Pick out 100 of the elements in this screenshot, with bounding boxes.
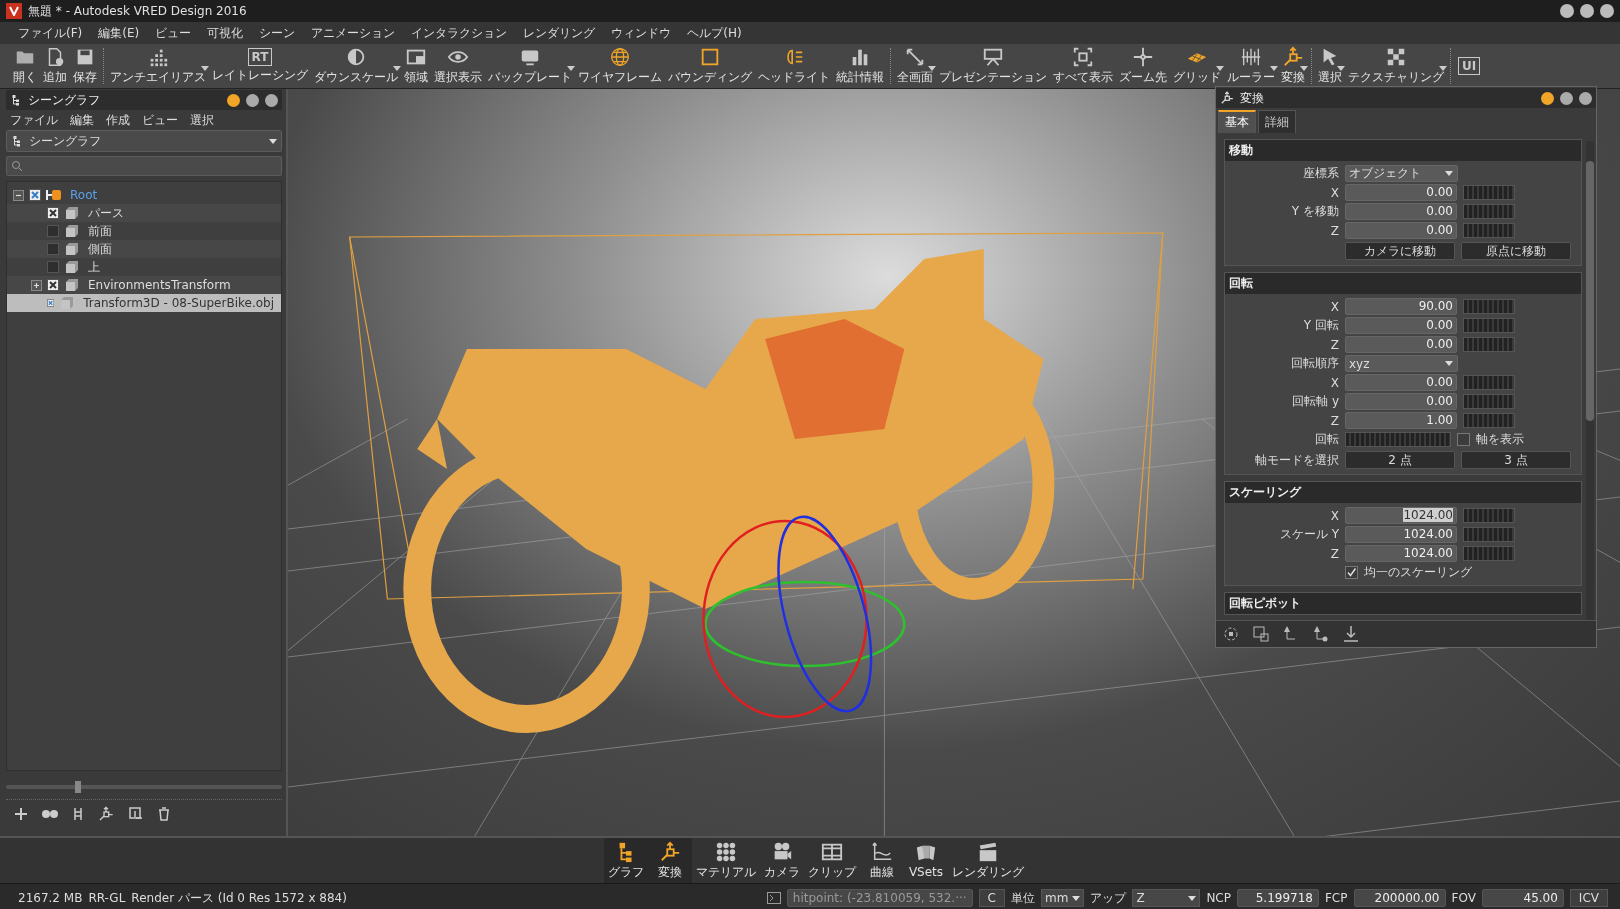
menu-item[interactable]: シーン: [253, 22, 302, 44]
toolbar-button[interactable]: ダウンスケール: [311, 44, 401, 88]
unit-dropdown[interactable]: mm: [1041, 889, 1085, 907]
maximize-button[interactable]: [1580, 4, 1594, 18]
tree-row[interactable]: 側面: [7, 240, 281, 258]
toolbar-button[interactable]: 領域: [401, 44, 431, 88]
menu-item[interactable]: アニメーション: [305, 22, 402, 44]
visibility-checkbox[interactable]: [47, 243, 59, 255]
dock-button[interactable]: VSets: [904, 838, 948, 883]
section-header[interactable]: スケーリング: [1225, 482, 1581, 503]
toolbar-button[interactable]: 追加: [40, 44, 70, 88]
close-button[interactable]: [1579, 91, 1592, 105]
trash-icon[interactable]: [158, 807, 170, 821]
toolbar-button[interactable]: 開く: [10, 44, 40, 88]
toolbar-button[interactable]: バックプレート: [485, 44, 575, 88]
close-button[interactable]: [265, 93, 278, 107]
number-field[interactable]: 0.00: [1345, 374, 1457, 391]
dock-button[interactable]: グラフ: [604, 838, 648, 883]
menu-item[interactable]: ファイル(F): [12, 22, 89, 44]
menu-item[interactable]: 選択: [186, 111, 218, 129]
visibility-checkbox[interactable]: [29, 189, 41, 201]
visibility-checkbox[interactable]: [47, 207, 59, 219]
toolbar-button[interactable]: 全画面: [894, 44, 936, 88]
toolbar-button[interactable]: アンチエイリアス: [107, 44, 209, 88]
menu-item[interactable]: 可視化: [201, 22, 250, 44]
close-button[interactable]: [1600, 4, 1614, 18]
section-header[interactable]: 移動: [1225, 140, 1581, 161]
toolbar-button[interactable]: RT レイトレーシング: [209, 44, 311, 88]
checkbox[interactable]: [1457, 433, 1470, 446]
tree-row[interactable]: Transform3D - 08-SuperBike.obj: [7, 294, 281, 312]
group-icon[interactable]: [72, 807, 84, 821]
dock-button[interactable]: 変換: [648, 838, 692, 883]
number-field[interactable]: 0.00: [1345, 336, 1457, 353]
icv-button[interactable]: ICV: [1569, 889, 1608, 907]
toolbar-button[interactable]: UI: [1454, 44, 1484, 88]
number-field[interactable]: 1024.00: [1345, 545, 1457, 562]
number-field[interactable]: 0.00: [1345, 393, 1457, 410]
arrow-button[interactable]: [246, 93, 259, 107]
terminal-icon[interactable]: [766, 892, 781, 904]
toolbar-button[interactable]: ズーム先: [1116, 44, 1170, 88]
dock-button[interactable]: カメラ: [760, 838, 804, 883]
number-field[interactable]: 1024.00: [1345, 507, 1457, 524]
section-header[interactable]: 回転ピボット: [1225, 593, 1581, 614]
rotate-icon[interactable]: [1222, 625, 1240, 643]
ncp-field[interactable]: 5.199718: [1236, 889, 1319, 907]
menu-item[interactable]: ファイル: [6, 111, 62, 129]
menu-item[interactable]: インタラクション: [405, 22, 514, 44]
visibility-checkbox[interactable]: [47, 225, 59, 237]
expander-toggle[interactable]: [13, 189, 24, 201]
number-field[interactable]: 0.00: [1345, 203, 1457, 220]
number-field[interactable]: 1.00: [1345, 412, 1457, 429]
toolbar-button[interactable]: 統計情報: [833, 44, 887, 88]
pivot-icon[interactable]: [1312, 625, 1330, 643]
up-axis-dropdown[interactable]: Z: [1132, 889, 1201, 907]
number-field[interactable]: 1024.00: [1345, 526, 1457, 543]
toolbar-button[interactable]: バウンディング: [665, 44, 755, 88]
number-field[interactable]: 0.00: [1345, 317, 1457, 334]
tree-row[interactable]: EnvironmentsTransform: [7, 276, 281, 294]
toolbar-button[interactable]: 保存: [70, 44, 100, 88]
dock-button[interactable]: クリップ: [804, 838, 860, 883]
dock-button[interactable]: マテリアル: [692, 838, 760, 883]
checkbox[interactable]: [1345, 566, 1358, 579]
tree-row[interactable]: 上: [7, 258, 281, 276]
two-dots-icon[interactable]: [42, 809, 58, 819]
toolbar-button[interactable]: すべて表示: [1050, 44, 1116, 88]
number-field[interactable]: 90.00: [1345, 298, 1457, 315]
toolbar-button[interactable]: プレゼンテーション: [936, 44, 1050, 88]
action-button[interactable]: 2 点: [1345, 451, 1455, 469]
frame-icon[interactable]: [128, 806, 144, 822]
menu-item[interactable]: ビュー: [149, 22, 198, 44]
tree-row[interactable]: 前面: [7, 222, 281, 240]
tree-row[interactable]: Root: [7, 186, 281, 204]
panel-tab[interactable]: 詳細: [1258, 110, 1296, 133]
slider-thumb[interactable]: [74, 781, 81, 793]
visibility-checkbox[interactable]: [47, 261, 59, 273]
menu-item[interactable]: レンダリング: [517, 22, 602, 44]
plus-icon[interactable]: [14, 807, 28, 821]
minimize-button[interactable]: [1560, 4, 1574, 18]
scrollbar[interactable]: [1586, 141, 1594, 620]
visibility-checkbox[interactable]: [47, 279, 59, 291]
dropdown[interactable]: オブジェクト: [1345, 165, 1458, 182]
action-button[interactable]: カメラに移動: [1345, 242, 1455, 260]
expander-toggle[interactable]: [31, 279, 42, 291]
c-button[interactable]: C: [978, 889, 1005, 907]
panel-tab[interactable]: 基本: [1218, 110, 1256, 133]
action-button[interactable]: 3 点: [1461, 451, 1571, 469]
view-dropdown[interactable]: シーングラフ: [6, 130, 282, 152]
search-field[interactable]: [6, 156, 282, 176]
toolbar-button[interactable]: 選択表示: [431, 44, 485, 88]
number-field[interactable]: 0.00: [1345, 222, 1457, 239]
frame-icon[interactable]: [1252, 625, 1270, 643]
dropdown[interactable]: xyz: [1345, 355, 1458, 372]
dock-button[interactable]: 曲線: [860, 838, 904, 883]
menu-item[interactable]: 編集: [66, 111, 98, 129]
fov-field[interactable]: 45.00: [1481, 889, 1564, 907]
menu-item[interactable]: ビュー: [138, 111, 182, 129]
visibility-checkbox[interactable]: [47, 297, 55, 309]
section-header[interactable]: 回転: [1225, 273, 1581, 294]
number-field[interactable]: 0.00: [1345, 184, 1457, 201]
dock-button[interactable]: [227, 93, 240, 107]
